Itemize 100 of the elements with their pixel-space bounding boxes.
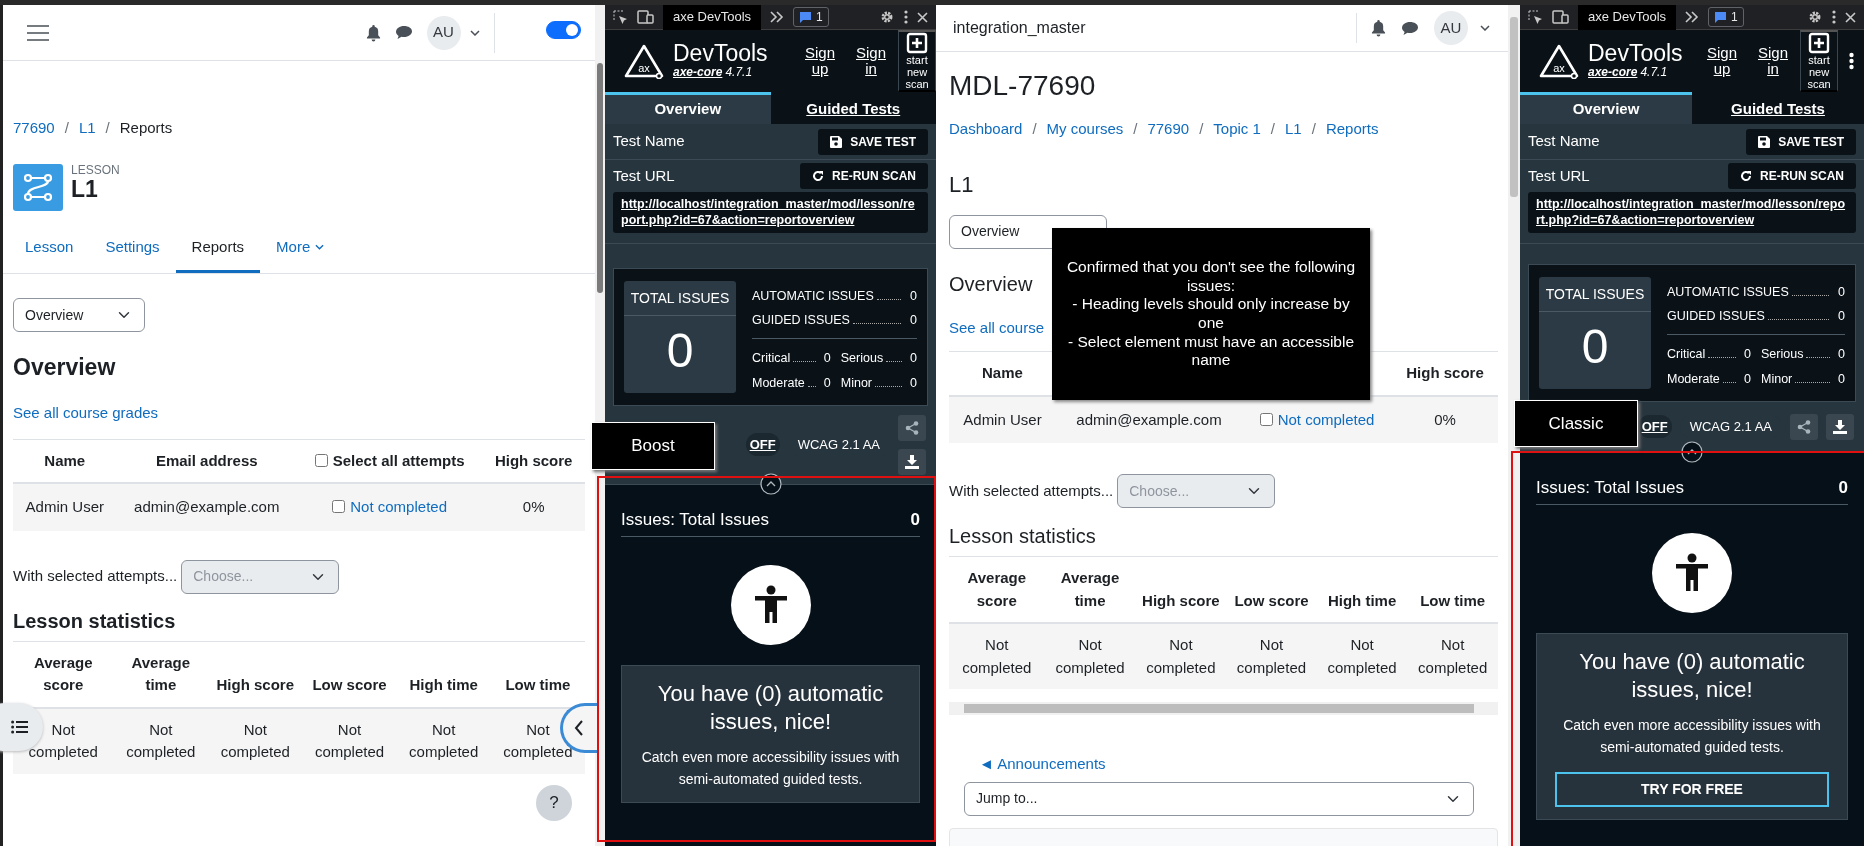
sign-up-link[interactable]: Sign up: [1704, 45, 1740, 77]
chevron-left-icon: [574, 720, 584, 736]
previous-activity-link[interactable]: ◄ Announcements: [979, 753, 1106, 776]
course-grades-link[interactable]: See all course grades: [13, 402, 159, 425]
device-toolbar-icon[interactable]: [1552, 10, 1569, 24]
messages-icon[interactable]: [1401, 20, 1419, 36]
breadcrumb-link[interactable]: Topic 1: [1213, 118, 1261, 141]
devtools-tab[interactable]: axe DevTools: [663, 5, 762, 30]
help-button[interactable]: ?: [536, 785, 572, 821]
messages-badge[interactable]: 1: [1708, 7, 1744, 27]
notification-bell-icon[interactable]: [1371, 19, 1386, 37]
breadcrumb-link[interactable]: 77690: [13, 117, 55, 140]
panel-tab[interactable]: Overview: [1520, 92, 1692, 124]
breadcrumb-link[interactable]: L1: [1285, 118, 1302, 141]
collapse-icon[interactable]: [759, 472, 782, 495]
attempt-checkbox[interactable]: [332, 500, 346, 513]
messages-icon[interactable]: [394, 25, 413, 40]
nav-tab[interactable]: Settings: [89, 224, 176, 273]
rerun-scan-button[interactable]: RE-RUN SCAN: [800, 163, 928, 189]
total-issues-count: 0: [1581, 318, 1609, 375]
breadcrumb-link[interactable]: Dashboard: [949, 118, 1023, 141]
share-button[interactable]: [1790, 413, 1818, 440]
close-icon[interactable]: [1845, 11, 1856, 23]
scrollbar-thumb[interactable]: [1510, 17, 1518, 197]
attempt-link[interactable]: Not completed: [350, 498, 447, 515]
table-cell: Admin User: [13, 483, 117, 531]
nav-tab[interactable]: More: [260, 224, 341, 273]
field-label: Test Name: [613, 131, 685, 152]
test-url-link[interactable]: http://localhost/integration_master/mod/lesson/report.php?id=67&action=reportoverview: [613, 192, 928, 233]
notification-bell-icon[interactable]: [365, 23, 381, 42]
try-for-free-button[interactable]: TRY FOR FREE: [1555, 772, 1829, 808]
refresh-icon: [812, 170, 824, 182]
devtools-tab[interactable]: axe DevTools: [1578, 5, 1677, 30]
breadcrumb-link[interactable]: 77690: [1147, 118, 1190, 141]
stat-label: Critical: [752, 350, 791, 367]
brand-name: DevTools: [673, 41, 768, 65]
more-options-icon[interactable]: [904, 10, 908, 24]
stat-label: GUIDED ISSUES: [1667, 308, 1765, 326]
table-cell: admin@example.com: [116, 483, 297, 531]
activity-title: L1: [71, 176, 99, 202]
share-button[interactable]: [898, 414, 926, 441]
table-cell: 0%: [482, 483, 585, 531]
course-grades-link[interactable]: See all course: [949, 316, 1045, 339]
breadcrumb-link[interactable]: My courses: [1046, 118, 1124, 141]
table-cell: Not completed: [949, 623, 1045, 689]
download-button[interactable]: [1826, 413, 1854, 440]
chevron-down-icon[interactable]: [1480, 25, 1490, 31]
inspect-icon[interactable]: [1528, 9, 1543, 25]
table-cell: Admin User: [949, 395, 1056, 443]
breadcrumb-separator: /: [1311, 119, 1316, 139]
stat-label: Minor: [840, 374, 873, 392]
more-tabs-icon[interactable]: [1685, 11, 1700, 23]
breadcrumb-separator: /: [105, 118, 110, 138]
breadcrumb-link[interactable]: L1: [78, 117, 96, 140]
select-all-checkbox[interactable]: [314, 453, 328, 467]
collapse-icon[interactable]: [1681, 440, 1703, 463]
site-name[interactable]: integration_master: [953, 16, 1086, 40]
close-icon[interactable]: [917, 11, 928, 23]
best-practices-toggle[interactable]: OFF: [1637, 414, 1672, 439]
test-url-link[interactable]: http://localhost/integration_master/mod/lesson/report.php?id=67&action=reportoverview: [1528, 192, 1856, 233]
breadcrumb-link[interactable]: Reports: [1325, 118, 1379, 141]
message-icon: [799, 11, 813, 23]
engine-link[interactable]: axe-core: [673, 64, 723, 79]
table-cell: Not completed: [113, 707, 209, 774]
sign-up-link[interactable]: Sign up: [802, 45, 838, 77]
download-button[interactable]: [898, 448, 926, 475]
horizontal-scrollbar[interactable]: [949, 702, 1498, 715]
panel-tab[interactable]: Overview: [605, 92, 771, 124]
device-toolbar-icon[interactable]: [637, 10, 654, 24]
attempt-checkbox[interactable]: [1259, 412, 1273, 426]
settings-icon[interactable]: [1807, 9, 1823, 25]
more-options-icon[interactable]: [1832, 10, 1836, 24]
sign-in-link[interactable]: Sign in: [854, 45, 888, 77]
nav-tab[interactable]: Lesson: [9, 224, 90, 273]
messages-badge[interactable]: 1: [793, 7, 829, 27]
user-avatar[interactable]: AU: [426, 15, 461, 50]
issues-count: 0: [1838, 476, 1848, 499]
inspect-icon[interactable]: [613, 9, 628, 25]
sign-in-link[interactable]: Sign in: [1756, 45, 1790, 77]
user-avatar[interactable]: AU: [1434, 11, 1468, 45]
chevron-down-icon[interactable]: [469, 29, 480, 36]
menu-icon[interactable]: [27, 24, 49, 41]
scrollbar-thumb[interactable]: [597, 63, 603, 293]
stat-label: Critical: [1667, 346, 1706, 363]
nav-tab[interactable]: Reports: [175, 224, 261, 273]
jump-to-select[interactable]: Jump to...: [964, 781, 1474, 816]
best-practices-toggle[interactable]: OFF: [745, 432, 780, 457]
section-heading: Lesson statistics: [13, 608, 176, 634]
table-cell: 0%: [1392, 395, 1498, 443]
settings-icon[interactable]: [879, 9, 895, 25]
download-icon: [1833, 419, 1847, 434]
save-test-button[interactable]: SAVE TEST: [1746, 128, 1856, 155]
engine-link[interactable]: axe-core: [1588, 64, 1638, 79]
save-test-button[interactable]: SAVE TEST: [818, 128, 928, 155]
stat-value: 0: [1744, 370, 1751, 388]
report-select[interactable]: Overview: [13, 298, 145, 332]
more-tabs-icon[interactable]: [770, 11, 785, 23]
issues-title: Issues: Total Issues: [621, 508, 770, 531]
edit-mode-toggle[interactable]: [546, 20, 581, 39]
rerun-scan-button[interactable]: RE-RUN SCAN: [1728, 163, 1856, 189]
